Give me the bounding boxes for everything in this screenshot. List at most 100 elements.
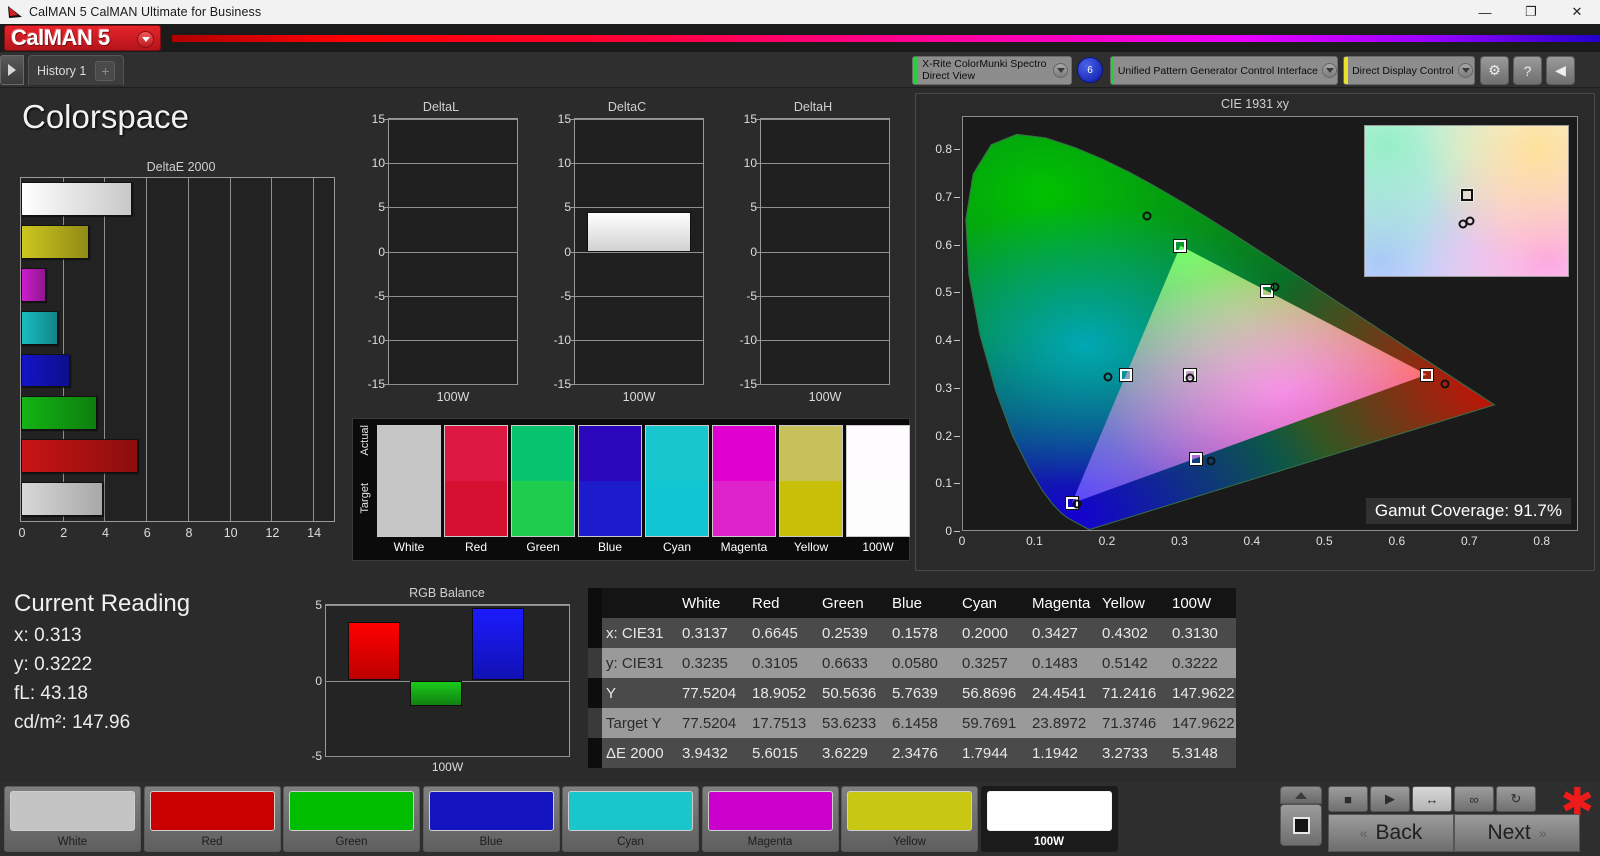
table-row-label: Y — [606, 684, 617, 702]
dlch-y-tick: 15 — [371, 112, 385, 126]
dlch-tick-mark — [756, 384, 761, 385]
cie-x-tick: 0.5 — [1316, 534, 1333, 548]
back-button[interactable]: « Back — [1328, 814, 1454, 852]
pattern-source-dropdown-icon[interactable] — [1322, 57, 1337, 84]
chevron-down-icon[interactable] — [137, 31, 154, 48]
cie-y-tick: 0.7 — [935, 190, 952, 205]
continuous-button[interactable]: ∞ — [1454, 786, 1494, 812]
pattern-source-selector[interactable]: Unified Pattern Generator Control Interf… — [1110, 56, 1338, 85]
dlch-y-tick: -15 — [739, 377, 757, 391]
cie-target-marker-magenta — [1189, 452, 1202, 465]
deltac-plot-area: 15 10 5 0 -5 -10 -15 — [554, 112, 704, 391]
table-row-stub — [588, 648, 602, 678]
table-cell: 59.7691 — [962, 714, 1017, 732]
display-control-selector[interactable]: Direct Display Control — [1343, 56, 1475, 85]
swatch-target — [579, 481, 641, 536]
chevron-up-icon[interactable] — [1280, 786, 1322, 804]
play-button[interactable]: ▶ — [1370, 786, 1410, 812]
brand-logo-text: CalMAN 5 — [11, 25, 110, 50]
color-button-blue[interactable]: Blue — [422, 786, 560, 852]
color-button-100w[interactable]: 100W — [980, 786, 1118, 852]
swatch-label: White — [393, 540, 425, 554]
dlch-gridline — [575, 251, 703, 253]
color-button-label: Yellow — [893, 836, 926, 848]
color-button-red[interactable]: Red — [143, 786, 281, 852]
dlch-tick-mark — [756, 251, 761, 253]
dlch-gridline — [575, 339, 703, 341]
maximize-button[interactable]: ❐ — [1508, 0, 1554, 24]
add-tab-button[interactable]: + — [95, 60, 116, 81]
cie-measured-marker-magenta — [1206, 456, 1216, 466]
table-cell: 71.2416 — [1102, 684, 1157, 702]
table-cell: 1.1942 — [1032, 744, 1078, 762]
color-button-green[interactable]: Green — [283, 786, 420, 852]
measurements-table: White Red Green Blue Cyan Magenta Yellow 100W x:… — [588, 588, 1236, 770]
dlch-gridline — [761, 339, 889, 341]
meter-selector[interactable]: X-Rite ColorMunki Spectro Direct View — [912, 56, 1072, 85]
next-button-label: Next — [1487, 821, 1531, 844]
color-button-magenta[interactable]: Magenta — [701, 786, 839, 852]
inset-target-marker — [1460, 189, 1473, 201]
table-row: ΔE 2000 3.9432 5.6015 3.6229 2.3476 1.7944 1.1… — [588, 738, 1236, 768]
table-cell: 0.6645 — [752, 624, 798, 642]
next-button[interactable]: Next » — [1454, 814, 1580, 852]
deltae-x-tick: 2 — [60, 526, 68, 540]
color-button-label: 100W — [1033, 836, 1065, 848]
history-tab[interactable]: History 1 + — [28, 55, 125, 85]
cie-y-tickmark — [954, 531, 960, 532]
deltah-x-label: 100W — [808, 390, 842, 404]
dlch-tick-mark — [756, 207, 761, 209]
refresh-button[interactable]: ↻ — [1496, 786, 1536, 812]
meter-name: X-Rite ColorMunki Spectro — [922, 58, 1047, 70]
collapse-icon[interactable]: ◀ — [1546, 56, 1575, 85]
color-button-label: White — [57, 836, 88, 848]
table-cell: 24.4541 — [1032, 684, 1087, 702]
color-button-yellow[interactable]: Yellow — [841, 786, 978, 852]
table-cell: 3.6229 — [822, 744, 868, 762]
table-cell: 17.7513 — [752, 714, 807, 732]
help-icon[interactable]: ? — [1513, 56, 1542, 85]
history-tab-label: History 1 — [37, 63, 87, 78]
swatch-chip — [444, 425, 508, 537]
meter-count-badge[interactable]: 6 — [1077, 57, 1103, 83]
dlch-tick-mark — [384, 207, 389, 209]
deltal-x-label: 100W — [436, 390, 470, 404]
swatch-chip — [779, 425, 843, 537]
deltae-x-tick: 14 — [307, 526, 322, 540]
deltah-chart: DeltaH 15 10 5 0 -5 -10 -15 100W — [728, 100, 898, 410]
color-button-white[interactable]: White — [4, 786, 141, 852]
deltae-bar — [21, 267, 46, 302]
actual-vs-target-swatches: Actual Target White Red Green Blue Cyan Magen… — [352, 418, 910, 561]
table-cell: 0.5142 — [1102, 654, 1148, 672]
table-cell: 0.3130 — [1172, 624, 1218, 642]
dlch-tick-mark — [756, 339, 761, 341]
table-cell: 53.6233 — [822, 714, 877, 732]
history-play-button[interactable] — [0, 55, 24, 85]
reading-row-y: y: 0.3222 — [14, 654, 294, 676]
minimize-button[interactable]: — — [1462, 0, 1508, 24]
cie-plot-area[interactable]: Gamut Coverage: 91.7% — [962, 116, 1578, 531]
reading-row-fl: fL: 43.18 — [14, 683, 294, 705]
dlch-y-tick: -10 — [367, 332, 385, 347]
swatch-actual — [445, 426, 507, 481]
table-cell: 0.3137 — [682, 624, 728, 642]
deltae-gridline — [229, 178, 231, 521]
swatch-label: Cyan — [662, 540, 691, 554]
stop-icon[interactable] — [1280, 804, 1322, 846]
display-control-name: Direct Display Control — [1352, 65, 1454, 77]
gear-icon[interactable]: ⚙ — [1480, 56, 1509, 85]
color-button-label: Green — [335, 836, 368, 848]
color-button-cyan[interactable]: Cyan — [562, 786, 699, 852]
table-cell: 6.1458 — [892, 714, 938, 732]
meter-dropdown-icon[interactable] — [1050, 57, 1071, 84]
display-control-dropdown-icon[interactable] — [1458, 57, 1474, 84]
back-button-label: Back — [1375, 821, 1423, 844]
dlch-tick-mark — [570, 384, 575, 385]
measure-button[interactable]: ↔ — [1412, 786, 1452, 812]
dlch-y-tick: 15 — [743, 112, 757, 126]
close-button[interactable]: ✕ — [1554, 0, 1600, 24]
color-button-label: Red — [201, 836, 223, 848]
cie-y-tick: 0.2 — [935, 428, 952, 443]
stop-button[interactable]: ■ — [1328, 786, 1368, 812]
calman-menu-button[interactable]: CalMAN 5 — [4, 25, 161, 51]
